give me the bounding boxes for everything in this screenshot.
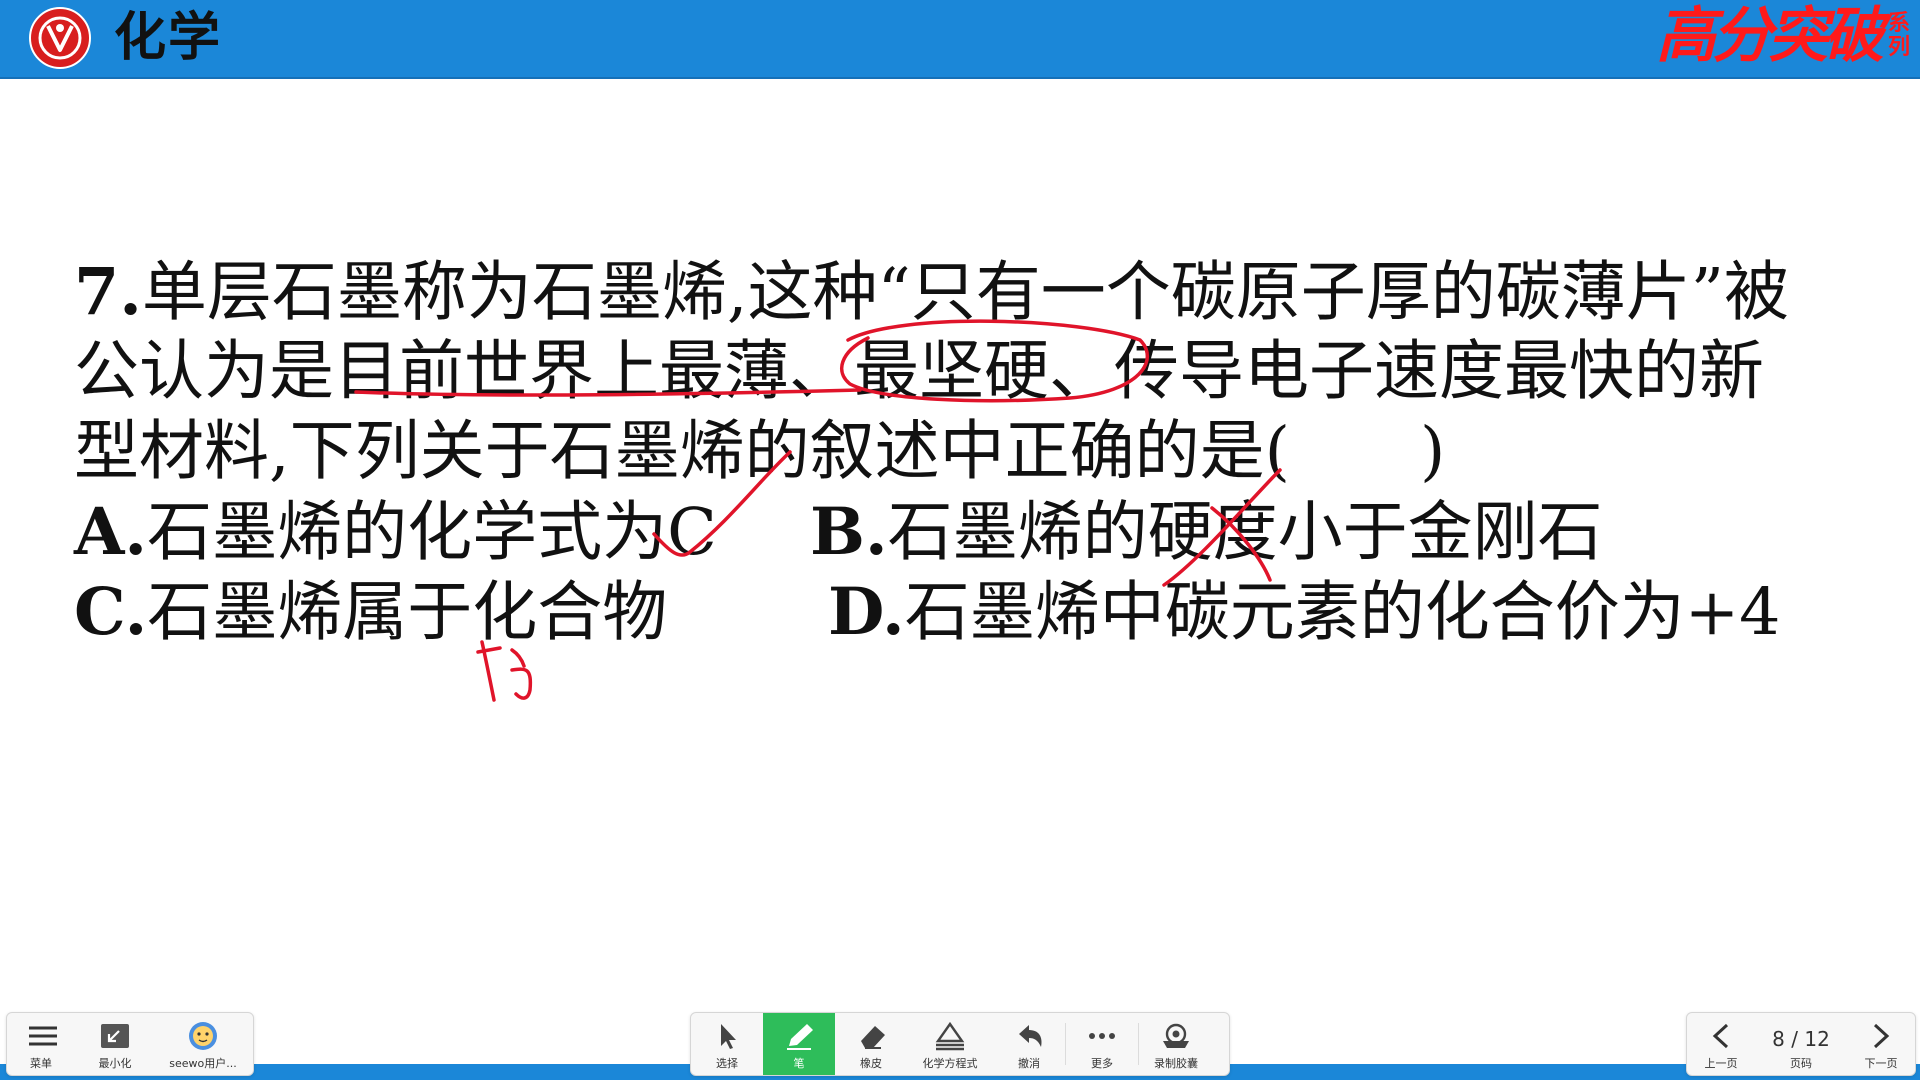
record-icon (1163, 1023, 1189, 1048)
answer-options: A.石墨烯的化学式为C B.石墨烯的硬度小于金刚石 C.石墨烯属于化合物 D.石… (74, 492, 1874, 652)
more-button[interactable]: 更多 (1066, 1013, 1138, 1075)
brand-series-text: 系列 (1888, 11, 1911, 60)
eraser-icon (861, 1026, 885, 1049)
option-d[interactable]: D.石墨烯中碳元素的化合价为+4 (828, 572, 1781, 653)
question-line-3: 型材料,下列关于石墨烯的叙述中正确的是( ) (74, 414, 1446, 489)
toolbar-right: 上一页 8 / 12 页码 下一页 (1686, 1012, 1916, 1076)
subject-title: 化学 (114, 8, 223, 68)
header-bar: 化学 高分突破 系列 (0, 0, 1920, 79)
option-row-ab: A.石墨烯的化学式为C B.石墨烯的硬度小于金刚石 (74, 492, 1874, 572)
option-c[interactable]: C.石墨烯属于化合物 (74, 572, 667, 653)
pen-tool-button[interactable]: 笔 (763, 1013, 835, 1075)
undo-icon (1019, 1025, 1042, 1047)
undo-button[interactable]: 撤消 (993, 1013, 1065, 1075)
option-b[interactable]: B.石墨烯的硬度小于金刚石 (810, 492, 1603, 573)
next-page-button[interactable]: 下一页 (1847, 1013, 1915, 1075)
option-row-cd: C.石墨烯属于化合物 D.石墨烯中碳元素的化合价为+4 (74, 572, 1874, 652)
prev-page-button[interactable]: 上一页 (1687, 1013, 1755, 1075)
question-stem: 7.单层石墨称为石墨烯,这种“只有一个碳原子厚的碳薄片”被 公认为是目前世界上最… (74, 252, 1874, 492)
page-indicator[interactable]: 8 / 12 页码 (1755, 1013, 1847, 1075)
page-number: 8 / 12 (1772, 1027, 1830, 1051)
red-emblem-icon (29, 7, 91, 69)
chemical-equation-button[interactable]: 化学方程式 (907, 1013, 993, 1075)
chevron-left-icon (1712, 1023, 1729, 1049)
cursor-icon (721, 1024, 736, 1049)
toolbar-left: 菜单 最小化 seewo用户... (6, 1012, 254, 1076)
menu-button[interactable]: 菜单 (7, 1013, 75, 1075)
user-avatar-icon (189, 1022, 217, 1050)
handwritten-note-stroke-4 (510, 667, 533, 700)
menu-icon (29, 1026, 57, 1046)
brand-logo-text: 高分突破 (1656, 1, 1884, 71)
more-icon (1089, 1033, 1115, 1039)
record-capsule-button[interactable]: 录制胶囊 (1139, 1013, 1213, 1075)
user-account-button[interactable]: seewo用户... (155, 1013, 251, 1075)
question-line-2: 公认为是目前世界上最薄、最坚硬、传导电子速度最快的新 (74, 334, 1765, 409)
minimize-icon (101, 1024, 129, 1048)
pen-icon (787, 1024, 813, 1050)
minimize-button[interactable]: 最小化 (75, 1013, 155, 1075)
select-tool-button[interactable]: 选择 (691, 1013, 763, 1075)
option-a[interactable]: A.石墨烯的化学式为C (74, 492, 717, 573)
chevron-right-icon (1873, 1023, 1890, 1049)
eraser-tool-button[interactable]: 橡皮 (835, 1013, 907, 1075)
question-number: 7. (74, 254, 142, 330)
question-line-1: 7.单层石墨称为石墨烯,这种“只有一个碳原子厚的碳薄片”被 (74, 254, 1789, 330)
chemical-equation-icon (935, 1021, 965, 1051)
toolbar-center: 选择 笔 橡皮 化学方程式 撤消 更多 录制胶囊 (690, 1012, 1230, 1076)
